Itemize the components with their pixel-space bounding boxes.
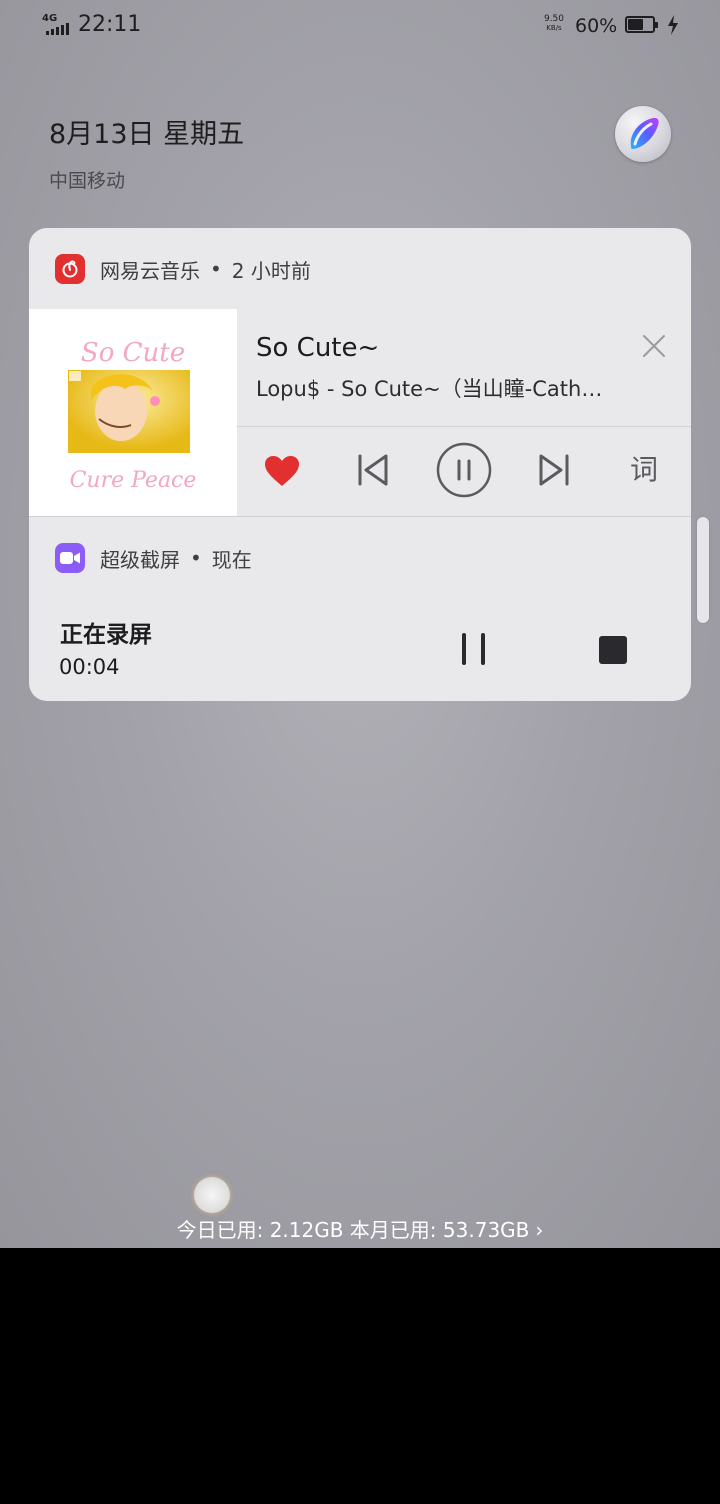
status-clock: 22:11 <box>78 12 142 37</box>
next-track-icon[interactable] <box>537 452 571 488</box>
status-bar: 4G 22:11 9.50 KB/s 60% <box>0 0 720 52</box>
like-heart-icon[interactable] <box>263 454 301 488</box>
record-time-ago: 现在 <box>211 547 252 572</box>
scroll-handle[interactable] <box>697 517 709 623</box>
record-app-header: 超级截屏 • 现在 <box>55 543 252 573</box>
touch-indicator <box>194 1177 230 1213</box>
netease-music-icon <box>55 254 85 284</box>
data-usage[interactable]: 今日已用: 2.12GB 本月已用: 53.73GB › <box>0 1216 720 1244</box>
stop-recording-icon[interactable] <box>599 636 627 664</box>
net-speed-unit: KB/s <box>546 24 562 32</box>
album-art-image: So Cute Cure Peace <box>29 309 237 516</box>
divider <box>237 426 691 427</box>
record-app-name: 超级截屏 <box>100 547 180 572</box>
pause-recording-icon[interactable] <box>459 632 489 666</box>
network-type: 4G <box>42 13 58 24</box>
charging-icon <box>668 15 678 35</box>
divider <box>29 516 691 517</box>
battery-icon <box>625 16 658 33</box>
recording-title: 正在录屏 <box>60 622 152 648</box>
video-camera-icon <box>55 543 85 573</box>
song-subtitle: Lopu$ - So Cute~（当山瞳-Cath… <box>256 377 603 401</box>
net-speed: 9.50 KB/s <box>540 15 568 33</box>
net-speed-value: 9.50 <box>543 14 565 24</box>
music-app-name: 网易云音乐 <box>100 258 200 283</box>
data-usage-text: 今日已用: 2.12GB 本月已用: 53.73GB <box>176 1218 530 1242</box>
song-title: So Cute~ <box>256 333 380 363</box>
album-art-title: So Cute <box>81 338 185 368</box>
previous-track-icon[interactable] <box>356 452 390 488</box>
battery-percent: 60% <box>575 15 618 37</box>
chevron-right-icon: › <box>535 1218 544 1242</box>
assistant-button[interactable] <box>615 106 671 162</box>
notification-panel: 网易云音乐 • 2 小时前 So Cute Cure Peace So Cute… <box>29 228 691 701</box>
album-art-subtitle: Cure Peace <box>70 468 197 493</box>
lockscreen: 4G 22:11 9.50 KB/s 60% 8月13日 星期五 中国移动 网易… <box>0 0 720 1248</box>
album-art[interactable]: So Cute Cure Peace <box>29 309 237 516</box>
assistant-icon <box>630 117 659 149</box>
lyrics-button[interactable]: 词 <box>630 453 658 487</box>
music-time-ago: 2 小时前 <box>231 258 311 283</box>
music-app-header: 网易云音乐 • 2 小时前 <box>55 254 311 284</box>
pause-icon[interactable] <box>436 442 492 498</box>
close-icon[interactable] <box>640 332 668 360</box>
carrier-name: 中国移动 <box>49 170 126 192</box>
lockscreen-date: 8月13日 星期五 <box>49 119 245 150</box>
recording-elapsed: 00:04 <box>59 655 120 679</box>
signal-icon: 4G <box>42 14 74 36</box>
